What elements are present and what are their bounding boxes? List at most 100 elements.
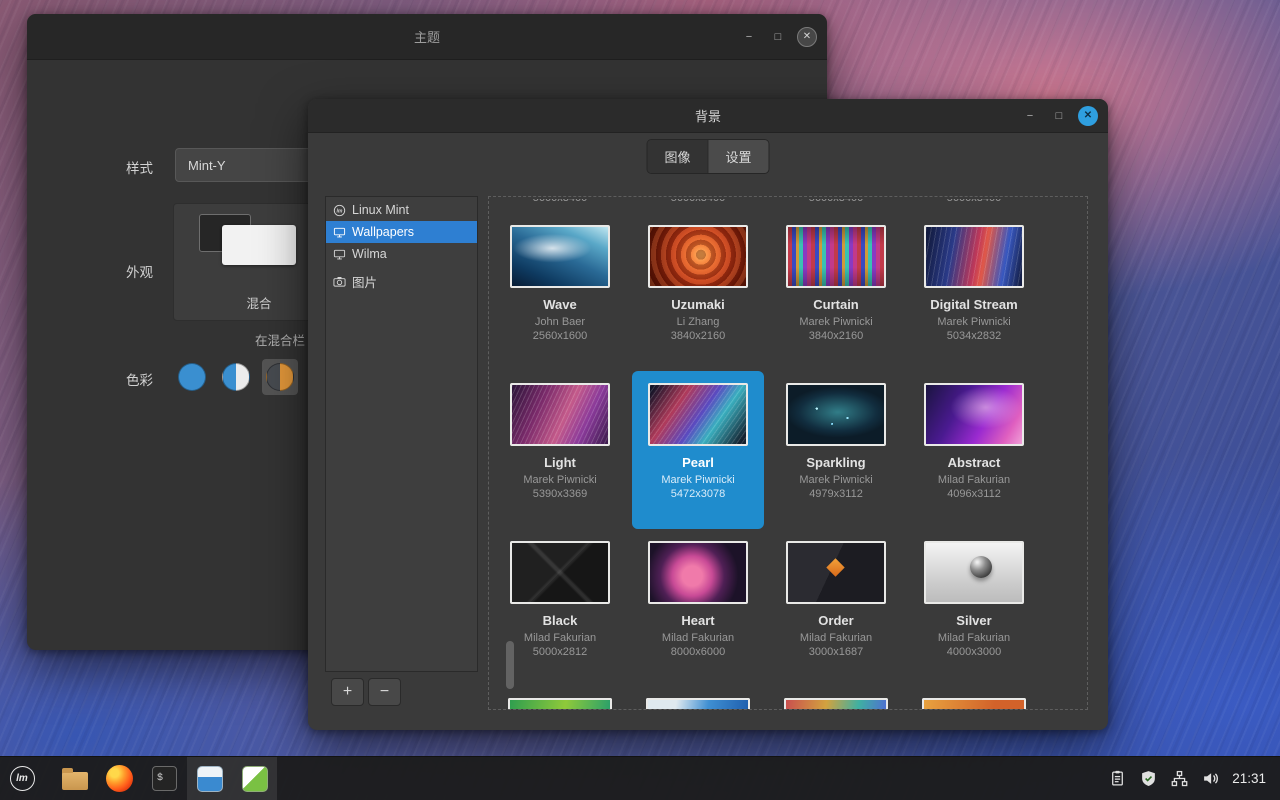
wallpaper-name: Sparkling <box>770 455 902 471</box>
shield-icon[interactable] <box>1139 770 1157 788</box>
themes-titlebar[interactable]: 主题 − □ ✕ <box>27 14 827 60</box>
wallpaper-name: Uzumaki <box>632 297 764 313</box>
wallpaper-item-order[interactable]: OrderMilad Fakurian3000x1687 <box>770 529 902 687</box>
taskbar: lm $ 21:31 <box>0 756 1280 800</box>
wallpaper-name: Silver <box>908 613 1040 629</box>
clipboard-icon[interactable] <box>1108 770 1126 788</box>
sidebar-item-label: Linux Mint <box>352 203 409 217</box>
firefox-icon <box>106 765 133 792</box>
wallpaper-resolution: 2560x1600 <box>494 329 626 343</box>
wallpaper-author: Milad Fakurian <box>908 631 1040 645</box>
wallpaper-thumbnail[interactable] <box>924 383 1024 446</box>
wallpaper-item-sparkling[interactable]: SparklingMarek Piwnicki4979x3112 <box>770 371 902 529</box>
taskbar-launcher-mint-menu[interactable]: lm <box>0 757 44 800</box>
taskbar-launcher-firefox[interactable] <box>97 757 142 800</box>
wallpaper-thumbnail[interactable] <box>648 383 748 446</box>
sidebar-item-label: 图片 <box>352 272 377 291</box>
wallpaper-resolution: 5390x3369 <box>494 487 626 501</box>
camera-icon <box>332 274 346 288</box>
color-swatch-2[interactable] <box>262 359 298 395</box>
tab-settings[interactable]: 设置 <box>708 140 769 173</box>
wallpaper-name: Light <box>494 455 626 471</box>
svg-text:lm: lm <box>336 208 342 214</box>
system-tray: 21:31 <box>1108 770 1280 788</box>
desktop: 主题 − □ ✕ 样式 Mint-Y 外观 混合 在混合栏 色彩 背景 − □ <box>0 0 1280 800</box>
wallpaper-thumbnail[interactable] <box>924 225 1024 288</box>
clock: 21:31 <box>1232 771 1266 786</box>
scrollbar-thumb[interactable] <box>506 641 514 689</box>
taskbar-launcher-themes-app[interactable] <box>232 757 277 800</box>
remove-folder-button[interactable]: − <box>368 678 401 706</box>
wallpaper-thumbnail[interactable] <box>648 541 748 604</box>
wallpaper-name: Pearl <box>632 455 764 471</box>
close-icon[interactable]: ✕ <box>797 27 817 47</box>
backgrounds-app-icon <box>197 766 223 792</box>
colors-label: 色彩 <box>87 369 153 389</box>
color-swatch-circle <box>266 363 294 391</box>
wallpaper-item-digital-stream[interactable]: Digital StreamMarek Piwnicki5034x2832 <box>908 213 1040 371</box>
backgrounds-titlebar[interactable]: 背景 − □ ✕ <box>308 99 1108 133</box>
files-icon <box>62 772 88 790</box>
network-icon[interactable] <box>1170 770 1188 788</box>
monitor-icon <box>332 225 346 239</box>
wallpaper-item-pearl[interactable]: PearlMarek Piwnicki5472x3078 <box>632 371 764 529</box>
sidebar-item-linux-mint[interactable]: lm Linux Mint <box>326 199 477 221</box>
sidebar-item-label: Wilma <box>352 247 387 261</box>
wallpaper-item-silver[interactable]: SilverMilad Fakurian4000x3000 <box>908 529 1040 687</box>
list-actions: + − <box>331 678 401 706</box>
monitor-icon <box>332 247 346 261</box>
wallpaper-thumbnail-clipped[interactable] <box>784 698 888 710</box>
wallpaper-thumbnail[interactable] <box>510 383 610 446</box>
wallpaper-thumbnail[interactable] <box>786 225 886 288</box>
wallpaper-thumbnail-clipped[interactable] <box>922 698 1026 710</box>
wallpaper-name: Curtain <box>770 297 902 313</box>
close-icon[interactable]: ✕ <box>1078 106 1098 126</box>
sidebar-item-wallpapers[interactable]: Wallpapers <box>326 221 477 243</box>
color-swatch-0[interactable] <box>174 359 210 395</box>
wallpaper-resolution: 4096x3112 <box>908 487 1040 501</box>
wallpaper-thumbnail[interactable] <box>924 541 1024 604</box>
view-tabs: 图像设置 <box>646 139 769 174</box>
wallpaper-author: Milad Fakurian <box>770 631 902 645</box>
color-swatch-1[interactable] <box>218 359 254 395</box>
wallpaper-resolution-clipped: 5600x3400 <box>905 199 1043 207</box>
wallpaper-thumbnail[interactable] <box>510 225 610 288</box>
mixed-hint-text: 在混合栏 <box>177 330 305 349</box>
wallpaper-thumbnail[interactable] <box>510 541 610 604</box>
wallpaper-thumbnail[interactable] <box>786 541 886 604</box>
source-list: lm Linux Mint Wallpapers Wilma 图片 <box>325 196 478 672</box>
tab-images[interactable]: 图像 <box>647 140 707 173</box>
minimize-icon[interactable]: − <box>1020 106 1040 126</box>
wallpaper-item-curtain[interactable]: CurtainMarek Piwnicki3840x2160 <box>770 213 902 371</box>
wallpaper-resolution: 8000x6000 <box>632 645 764 659</box>
wallpaper-author: Marek Piwnicki <box>632 473 764 487</box>
minimize-icon[interactable]: − <box>739 27 759 47</box>
wallpaper-item-wave[interactable]: WaveJohn Baer2560x1600 <box>494 213 626 371</box>
maximize-icon[interactable]: □ <box>768 27 788 47</box>
wallpaper-author: John Baer <box>494 315 626 329</box>
taskbar-launcher-backgrounds-app[interactable] <box>187 757 232 800</box>
themes-app-icon <box>242 766 268 792</box>
add-folder-button[interactable]: + <box>331 678 364 706</box>
taskbar-launcher-terminal[interactable]: $ <box>142 757 187 800</box>
wallpaper-thumbnail[interactable] <box>648 225 748 288</box>
sidebar-item-label: Wallpapers <box>352 225 414 239</box>
volume-icon[interactable] <box>1201 770 1219 788</box>
wallpaper-name: Abstract <box>908 455 1040 471</box>
sidebar-item-wilma[interactable]: Wilma <box>326 243 477 265</box>
wallpaper-resolution-clipped: 5600x3400 <box>491 199 629 207</box>
wallpaper-thumbnail-clipped[interactable] <box>508 698 612 710</box>
wallpaper-author: Marek Piwnicki <box>770 473 902 487</box>
wallpaper-thumbnail-clipped[interactable] <box>646 698 750 710</box>
wallpaper-item-light[interactable]: LightMarek Piwnicki5390x3369 <box>494 371 626 529</box>
wallpaper-thumbnail[interactable] <box>786 383 886 446</box>
wallpaper-item-uzumaki[interactable]: UzumakiLi Zhang3840x2160 <box>632 213 764 371</box>
wallpaper-item-heart[interactable]: HeartMilad Fakurian8000x6000 <box>632 529 764 687</box>
linuxmint-icon: lm <box>332 203 346 217</box>
taskbar-launcher-files[interactable] <box>52 757 97 800</box>
maximize-icon[interactable]: □ <box>1049 106 1069 126</box>
sidebar-item-图片[interactable]: 图片 <box>326 270 477 292</box>
wallpaper-resolution: 3000x1687 <box>770 645 902 659</box>
wallpaper-author: Marek Piwnicki <box>770 315 902 329</box>
wallpaper-item-abstract[interactable]: AbstractMilad Fakurian4096x3112 <box>908 371 1040 529</box>
